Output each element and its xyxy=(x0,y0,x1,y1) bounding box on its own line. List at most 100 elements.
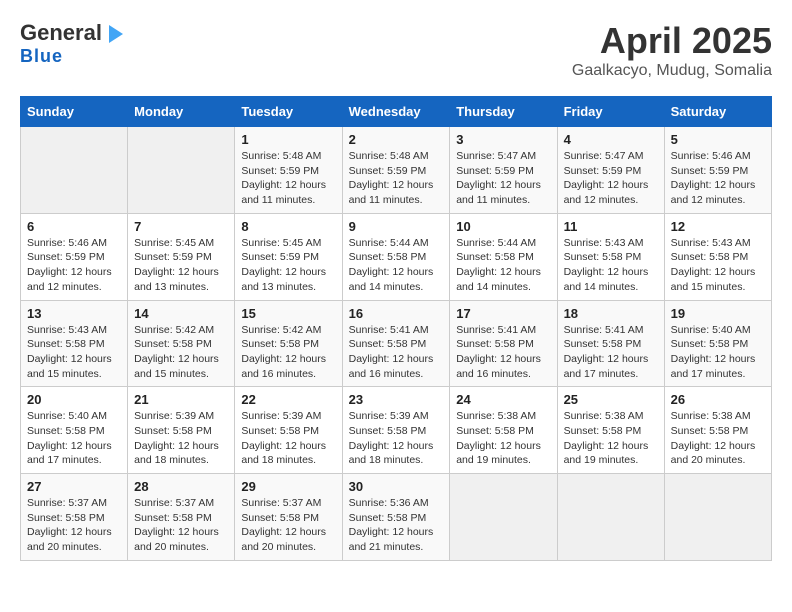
calendar-cell: 17Sunrise: 5:41 AM Sunset: 5:58 PM Dayli… xyxy=(450,300,557,387)
calendar-cell: 30 Sunrise: 5:36 AM Sunset: 5:58 PM Dayli… xyxy=(342,474,450,561)
calendar-cell: 10 Sunrise: 5:44 AM Sunset: 5:58 PM Dayli… xyxy=(450,213,557,300)
day-info: Sunrise: 5:37 AM Sunset: 5:58 PM Dayligh… xyxy=(134,496,228,555)
day-number: 23 xyxy=(349,392,444,407)
day-info: Sunrise: 5:48 AM Sunset: 5:59 PM Dayligh… xyxy=(349,149,444,208)
day-info: Sunrise: 5:38 AM Sunset: 5:58 PM Dayligh… xyxy=(564,409,658,468)
day-number: 13 xyxy=(27,306,121,321)
day-info: Sunrise: 5:47 AM Sunset: 5:59 PM Dayligh… xyxy=(564,149,658,208)
calendar-cell: 11 Sunrise: 5:43 AM Sunset: 5:58 PM Dayli… xyxy=(557,213,664,300)
calendar-cell: 13 Sunrise: 5:43 AM Sunset: 5:58 PM Dayli… xyxy=(21,300,128,387)
day-header-tuesday: Tuesday xyxy=(235,97,342,127)
day-number: 3 xyxy=(456,132,550,147)
calendar-cell xyxy=(557,474,664,561)
calendar-cell: 4 Sunrise: 5:47 AM Sunset: 5:59 PM Daylig… xyxy=(557,127,664,214)
calendar-cell: 26Sunrise: 5:38 AM Sunset: 5:58 PM Dayli… xyxy=(664,387,771,474)
calendar-week-row: 1 Sunrise: 5:48 AM Sunset: 5:59 PM Daylig… xyxy=(21,127,772,214)
day-info: Sunrise: 5:42 AM Sunset: 5:58 PM Dayligh… xyxy=(134,323,228,382)
calendar-cell: 2 Sunrise: 5:48 AM Sunset: 5:59 PM Daylig… xyxy=(342,127,450,214)
calendar-title: April 2025 xyxy=(572,20,772,62)
day-header-thursday: Thursday xyxy=(450,97,557,127)
day-number: 4 xyxy=(564,132,658,147)
day-number: 28 xyxy=(134,479,228,494)
calendar-cell: 27Sunrise: 5:37 AM Sunset: 5:58 PM Dayli… xyxy=(21,474,128,561)
day-info: Sunrise: 5:36 AM Sunset: 5:58 PM Dayligh… xyxy=(349,496,444,555)
calendar-cell: 12Sunrise: 5:43 AM Sunset: 5:58 PM Dayli… xyxy=(664,213,771,300)
day-info: Sunrise: 5:46 AM Sunset: 5:59 PM Dayligh… xyxy=(671,149,765,208)
calendar-cell: 9Sunrise: 5:44 AM Sunset: 5:58 PM Daylig… xyxy=(342,213,450,300)
calendar-cell xyxy=(664,474,771,561)
logo-arrow-icon xyxy=(109,25,123,43)
day-number: 15 xyxy=(241,306,335,321)
day-info: Sunrise: 5:37 AM Sunset: 5:58 PM Dayligh… xyxy=(241,496,335,555)
day-number: 25 xyxy=(564,392,658,407)
logo: General Blue xyxy=(20,20,123,67)
day-info: Sunrise: 5:43 AM Sunset: 5:58 PM Dayligh… xyxy=(27,323,121,382)
calendar-cell: 14 Sunrise: 5:42 AM Sunset: 5:58 PM Dayli… xyxy=(128,300,235,387)
logo-blue-text: Blue xyxy=(20,46,63,67)
calendar-week-row: 27 Sunrise: 5:37 AM Sunset: 5:58 PM Dayli… xyxy=(21,474,772,561)
calendar-cell: 15 Sunrise: 5:42 AM Sunset: 5:58 PM Dayli… xyxy=(235,300,342,387)
calendar-cell xyxy=(128,127,235,214)
calendar-week-row: 13 Sunrise: 5:43 AM Sunset: 5:58 PM Dayli… xyxy=(21,300,772,387)
logo-general-text: General xyxy=(20,20,102,46)
day-number: 14 xyxy=(134,306,228,321)
day-number: 24 xyxy=(456,392,550,407)
day-number: 10 xyxy=(456,219,550,234)
day-number: 26 xyxy=(671,392,765,407)
day-number: 20 xyxy=(27,392,121,407)
day-info: Sunrise: 5:41 AM Sunset: 5:58 PM Dayligh… xyxy=(349,323,444,382)
calendar-cell: 22 Sunrise: 5:39 AM Sunset: 5:58 PM Dayli… xyxy=(235,387,342,474)
day-header-monday: Monday xyxy=(128,97,235,127)
day-number: 1 xyxy=(241,132,335,147)
calendar-cell: 23 Sunrise: 5:39 AM Sunset: 5:58 PM Dayli… xyxy=(342,387,450,474)
day-info: Sunrise: 5:39 AM Sunset: 5:58 PM Dayligh… xyxy=(241,409,335,468)
day-number: 22 xyxy=(241,392,335,407)
calendar-cell: 19Sunrise: 5:40 AM Sunset: 5:58 PM Dayli… xyxy=(664,300,771,387)
calendar-cell: 25 Sunrise: 5:38 AM Sunset: 5:58 PM Dayli… xyxy=(557,387,664,474)
calendar-cell: 1 Sunrise: 5:48 AM Sunset: 5:59 PM Daylig… xyxy=(235,127,342,214)
day-number: 17 xyxy=(456,306,550,321)
day-number: 2 xyxy=(349,132,444,147)
day-number: 30 xyxy=(349,479,444,494)
day-info: Sunrise: 5:39 AM Sunset: 5:58 PM Dayligh… xyxy=(134,409,228,468)
day-info: Sunrise: 5:47 AM Sunset: 5:59 PM Dayligh… xyxy=(456,149,550,208)
calendar-cell: 24 Sunrise: 5:38 AM Sunset: 5:58 PM Dayli… xyxy=(450,387,557,474)
day-number: 27 xyxy=(27,479,121,494)
day-number: 9 xyxy=(349,219,444,234)
day-info: Sunrise: 5:48 AM Sunset: 5:59 PM Dayligh… xyxy=(241,149,335,208)
day-info: Sunrise: 5:45 AM Sunset: 5:59 PM Dayligh… xyxy=(134,236,228,295)
day-header-friday: Friday xyxy=(557,97,664,127)
day-number: 8 xyxy=(241,219,335,234)
day-info: Sunrise: 5:43 AM Sunset: 5:58 PM Dayligh… xyxy=(564,236,658,295)
day-info: Sunrise: 5:46 AM Sunset: 5:59 PM Dayligh… xyxy=(27,236,121,295)
day-header-sunday: Sunday xyxy=(21,97,128,127)
day-number: 19 xyxy=(671,306,765,321)
day-number: 11 xyxy=(564,219,658,234)
day-info: Sunrise: 5:41 AM Sunset: 5:58 PM Dayligh… xyxy=(564,323,658,382)
day-info: Sunrise: 5:39 AM Sunset: 5:58 PM Dayligh… xyxy=(349,409,444,468)
day-info: Sunrise: 5:44 AM Sunset: 5:58 PM Dayligh… xyxy=(456,236,550,295)
calendar-week-row: 6Sunrise: 5:46 AM Sunset: 5:59 PM Daylig… xyxy=(21,213,772,300)
calendar-week-row: 20 Sunrise: 5:40 AM Sunset: 5:58 PM Dayli… xyxy=(21,387,772,474)
day-header-saturday: Saturday xyxy=(664,97,771,127)
day-header-wednesday: Wednesday xyxy=(342,97,450,127)
calendar-cell xyxy=(450,474,557,561)
title-block: April 2025 Gaalkacyo, Mudug, Somalia xyxy=(572,20,772,80)
calendar-header-row: SundayMondayTuesdayWednesdayThursdayFrid… xyxy=(21,97,772,127)
day-info: Sunrise: 5:40 AM Sunset: 5:58 PM Dayligh… xyxy=(27,409,121,468)
day-info: Sunrise: 5:42 AM Sunset: 5:58 PM Dayligh… xyxy=(241,323,335,382)
calendar-cell xyxy=(21,127,128,214)
calendar-cell: 29 Sunrise: 5:37 AM Sunset: 5:58 PM Dayli… xyxy=(235,474,342,561)
calendar-cell: 7Sunrise: 5:45 AM Sunset: 5:59 PM Daylig… xyxy=(128,213,235,300)
day-info: Sunrise: 5:38 AM Sunset: 5:58 PM Dayligh… xyxy=(456,409,550,468)
day-number: 29 xyxy=(241,479,335,494)
calendar-cell: 28 Sunrise: 5:37 AM Sunset: 5:58 PM Dayli… xyxy=(128,474,235,561)
calendar-cell: 3 Sunrise: 5:47 AM Sunset: 5:59 PM Daylig… xyxy=(450,127,557,214)
day-number: 18 xyxy=(564,306,658,321)
day-number: 12 xyxy=(671,219,765,234)
calendar-cell: 18 Sunrise: 5:41 AM Sunset: 5:58 PM Dayli… xyxy=(557,300,664,387)
calendar-cell: 20 Sunrise: 5:40 AM Sunset: 5:58 PM Dayli… xyxy=(21,387,128,474)
calendar-table: SundayMondayTuesdayWednesdayThursdayFrid… xyxy=(20,96,772,561)
calendar-cell: 21Sunrise: 5:39 AM Sunset: 5:58 PM Dayli… xyxy=(128,387,235,474)
day-number: 16 xyxy=(349,306,444,321)
